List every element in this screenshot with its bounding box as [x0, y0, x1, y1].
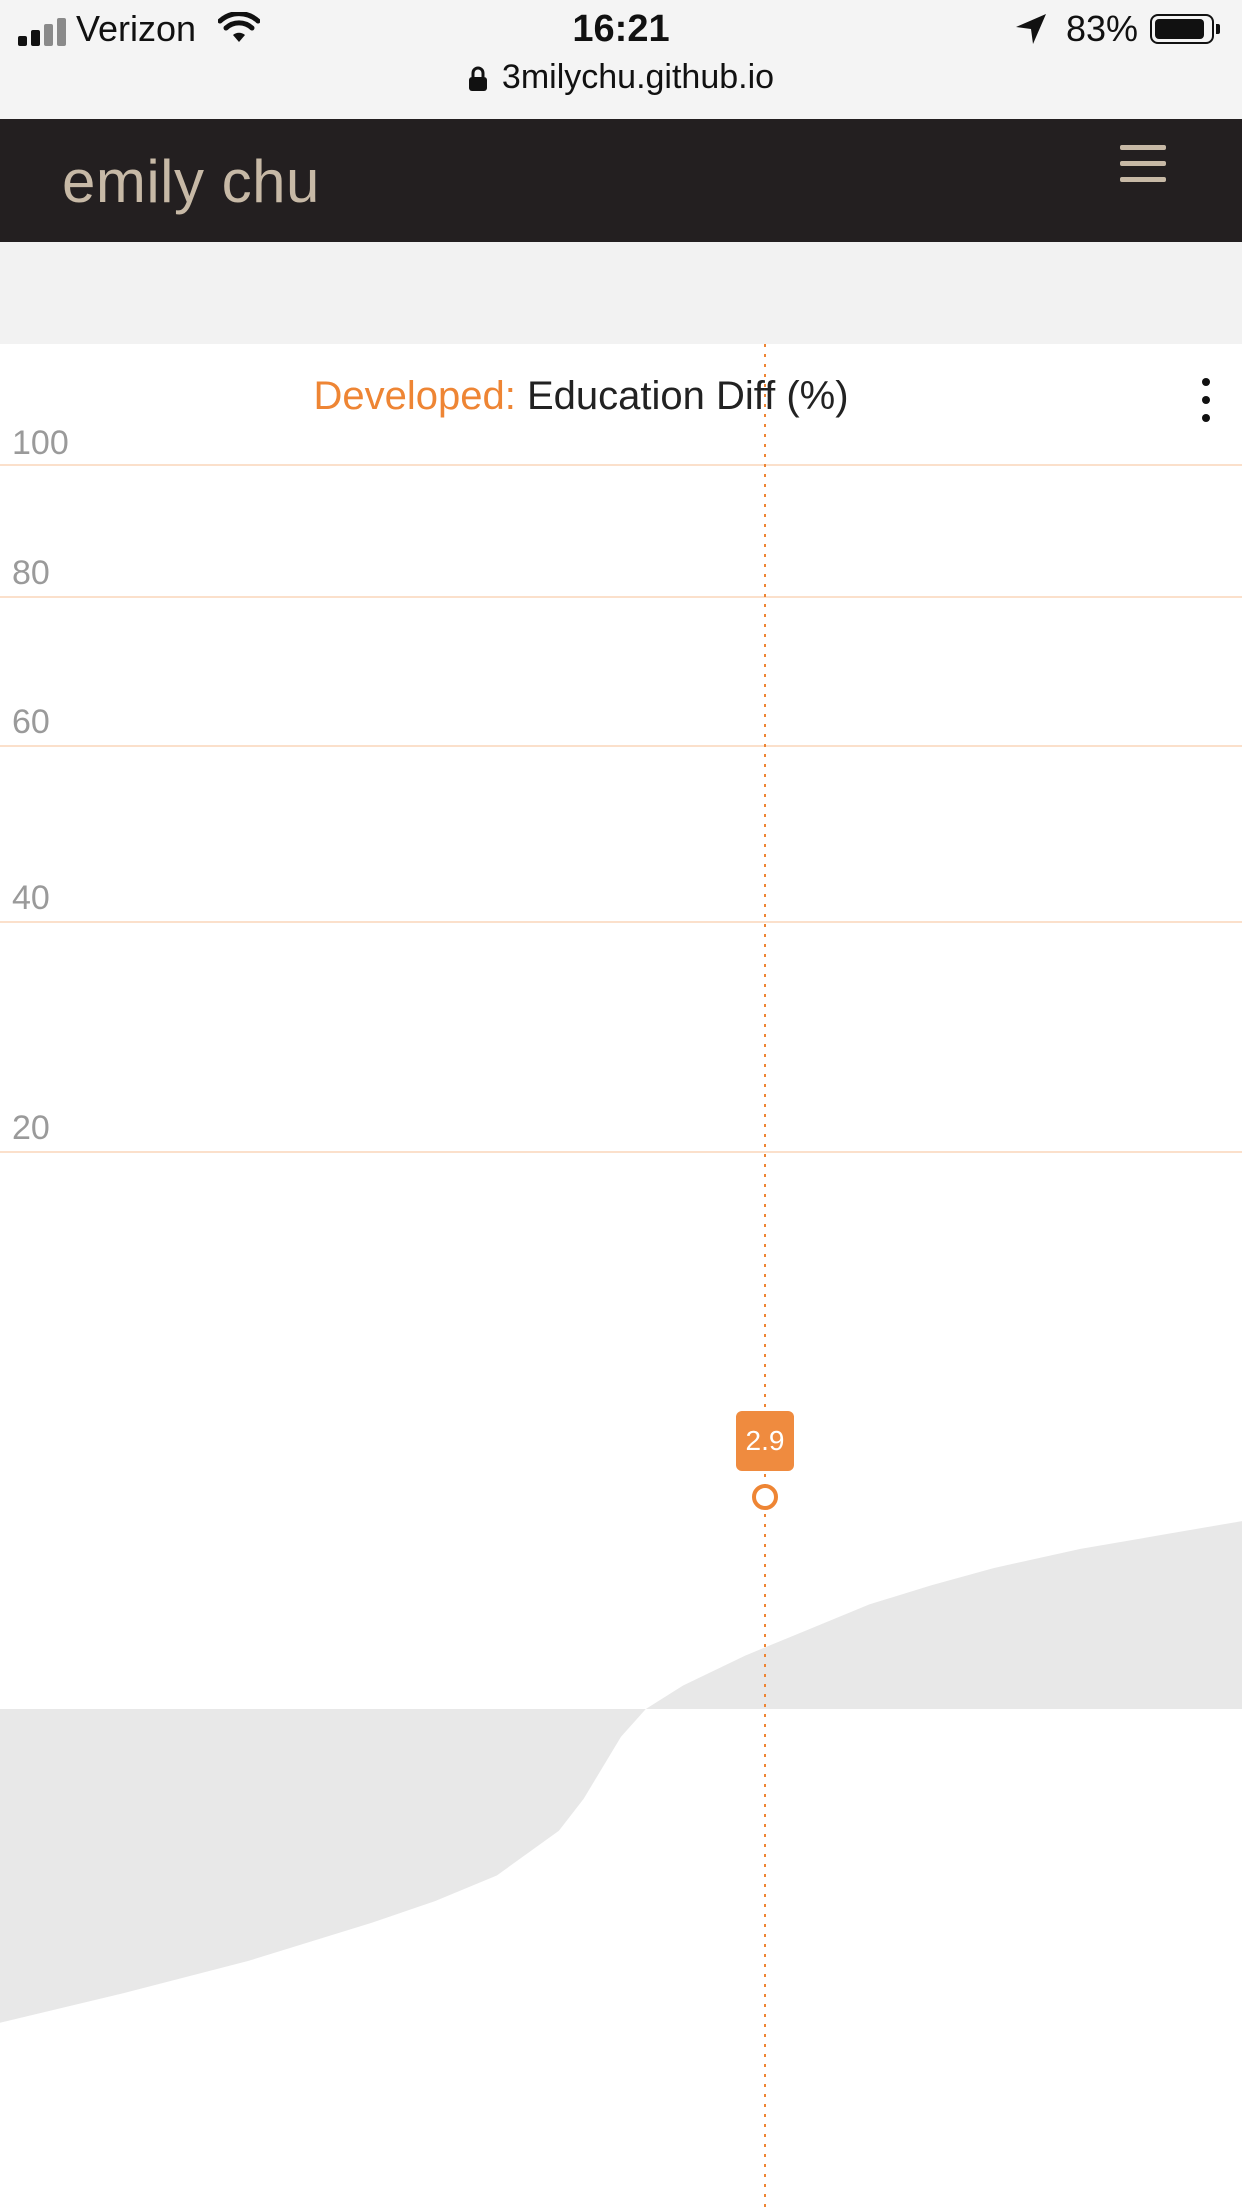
chart-title-text: Education Diff (%)	[526, 374, 849, 418]
y-tick-label: 20	[12, 1109, 50, 1147]
y-tick-label: 60	[12, 703, 50, 741]
page-spacer	[0, 242, 1242, 344]
chart-title: Developed: Education Diff (%)	[0, 374, 1162, 419]
location-arrow-icon	[1016, 14, 1046, 44]
area-chart	[0, 344, 1242, 2208]
battery-icon	[1150, 14, 1220, 44]
url-text: 3milychu.github.io	[501, 58, 775, 96]
y-tick-label: 100	[12, 424, 69, 462]
site-header: emily chu	[0, 119, 1242, 242]
site-brand[interactable]: emily chu	[62, 147, 320, 216]
status-bar: Verizon 16:21 83% 3milychu.github.io	[0, 0, 1242, 119]
more-options-icon[interactable]	[1194, 376, 1218, 424]
chart-container: Developed: Education Diff (%) 100 80 60 …	[0, 344, 1242, 2208]
chart-title-prefix: Developed:	[313, 374, 516, 418]
hamburger-menu-icon[interactable]	[1120, 139, 1170, 189]
y-tick-label: 40	[12, 879, 50, 917]
data-point-marker	[752, 1484, 778, 1510]
area-series	[0, 1521, 1242, 2023]
y-tick-label: 80	[12, 554, 50, 592]
data-tooltip: 2.9	[736, 1411, 794, 1471]
clock: 16:21	[572, 8, 670, 50]
address-bar[interactable]: 3milychu.github.io	[0, 58, 1242, 97]
battery-percentage: 83%	[1066, 8, 1139, 49]
lock-icon	[468, 66, 487, 92]
